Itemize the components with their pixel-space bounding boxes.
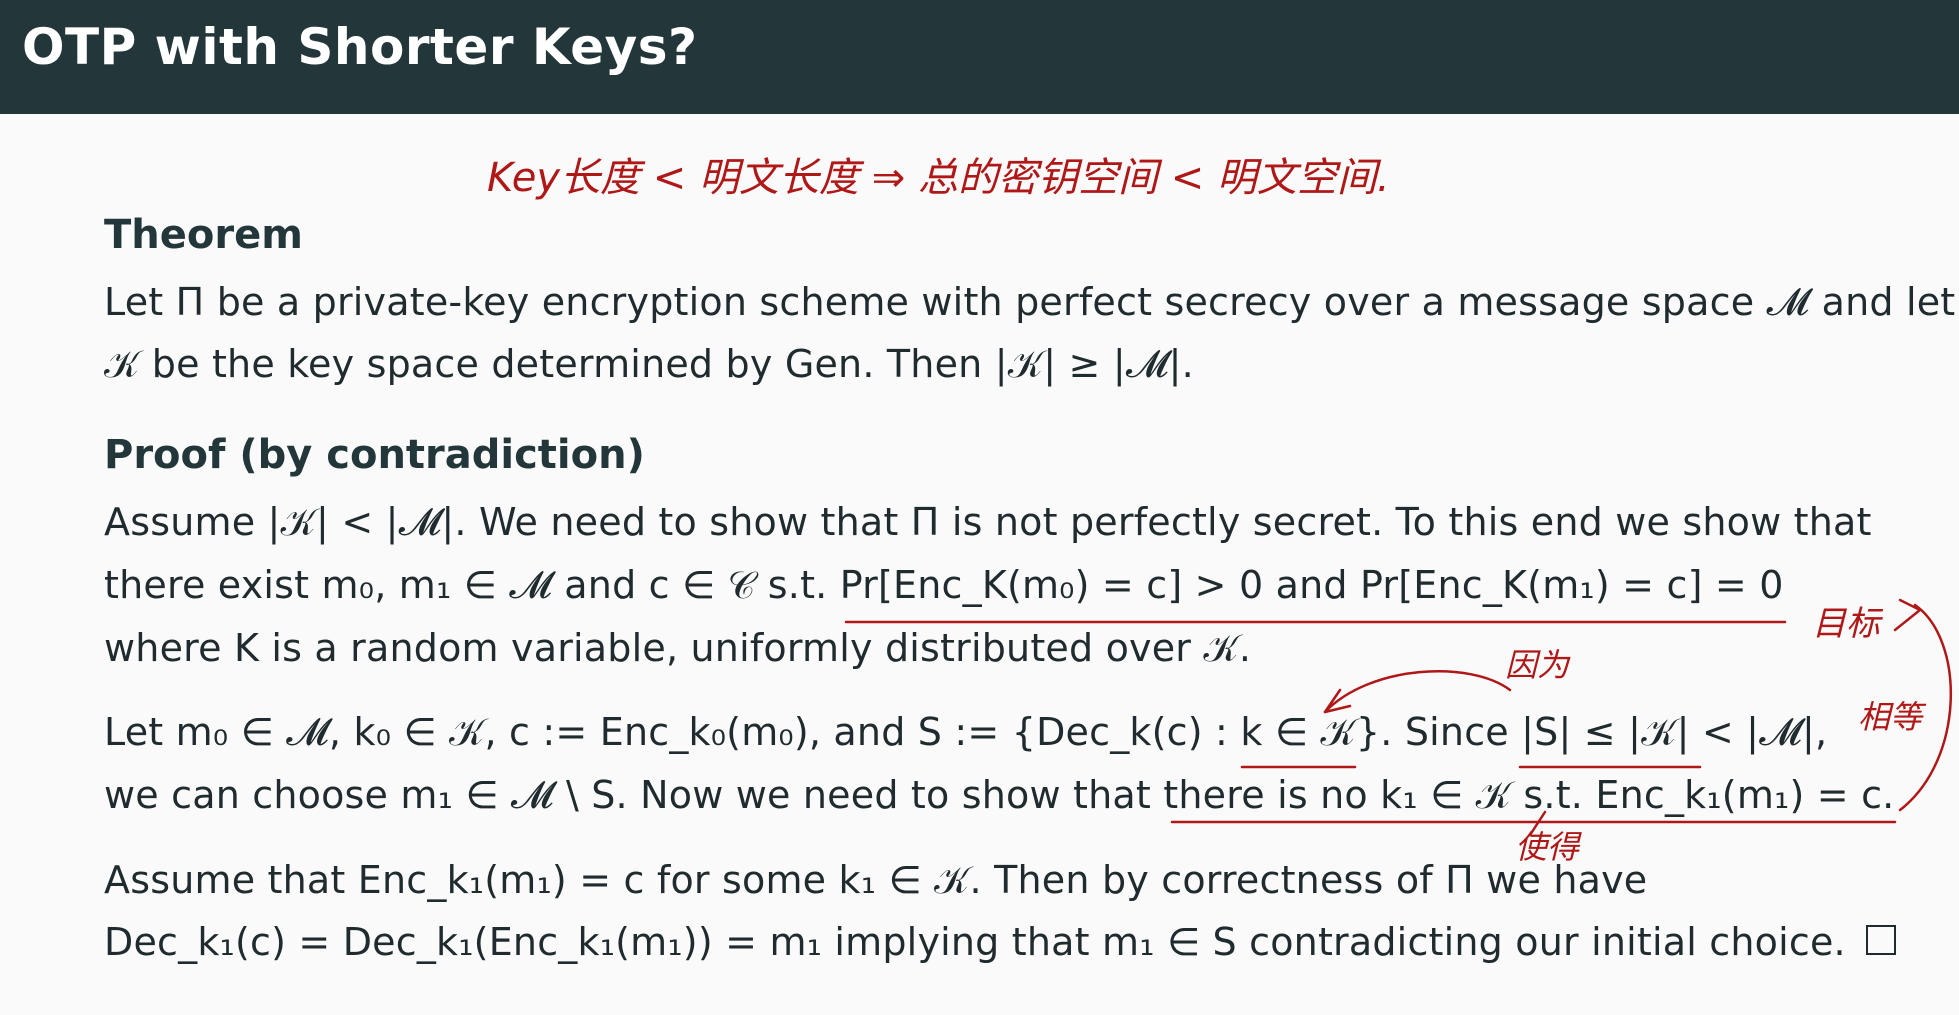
annotation-top-note: Key长度 < 明文长度 ⇒ 总的密钥空间 < 明文空间.	[487, 155, 1390, 201]
arrow-because-head	[1323, 688, 1352, 714]
slide-title: OTP with Shorter Keys?	[22, 18, 698, 76]
annotation-equal: 相等	[1858, 698, 1923, 736]
proof-paragraph1-line3: where K is a random variable, uniformly …	[104, 626, 1252, 670]
proof-paragraph2-line1: Let m₀ ∈ 𝓜, k₀ ∈ 𝒦, c := Enc_k₀(m₀), and…	[104, 710, 1828, 754]
proof-paragraph3-line1: Assume that Enc_k₁(m₁) = c for some k₁ ∈…	[104, 858, 1648, 902]
theorem-line-2: 𝒦 be the key space determined by Gen. Th…	[104, 342, 1194, 386]
proof-paragraph1-line2: there exist m₀, m₁ ∈ 𝓜 and c ∈ 𝒞 s.t. Pr…	[104, 563, 1784, 607]
title-bar: OTP with Shorter Keys?	[0, 0, 1959, 114]
annotation-because: 因为	[1505, 646, 1570, 684]
arrow-goal-head	[1893, 598, 1923, 632]
proof-paragraph3-line2: Dec_k₁(c) = Dec_k₁(Enc_k₁(m₁)) = m₁ impl…	[104, 920, 1846, 964]
annotation-such-that: 使得	[1515, 828, 1580, 866]
qed-symbol	[1866, 925, 1896, 955]
theorem-line-1: Let Π be a private-key encryption scheme…	[104, 280, 1956, 324]
proof-paragraph2-line2: we can choose m₁ ∈ 𝓜 \ S. Now we need to…	[104, 773, 1895, 817]
arrow-because	[1323, 669, 1512, 714]
annotation-goal: 目标	[1812, 604, 1880, 644]
theorem-heading: Theorem	[104, 212, 303, 258]
proof-heading: Proof (by contradiction)	[104, 432, 645, 478]
proof-paragraph1-line1: Assume |𝒦| < |𝓜|. We need to show that Π…	[104, 500, 1872, 544]
